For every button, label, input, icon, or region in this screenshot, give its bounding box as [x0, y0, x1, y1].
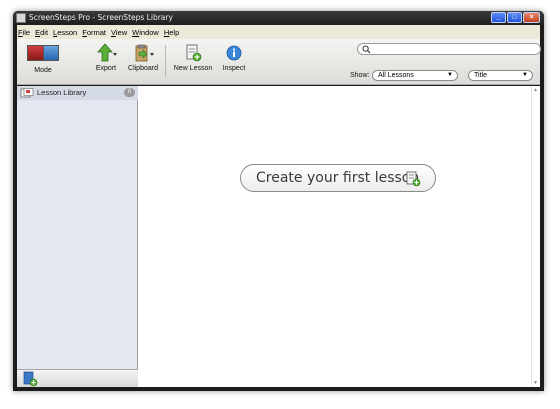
toolbar-divider: [165, 45, 166, 77]
new-lesson-label: New Lesson: [173, 65, 213, 72]
clipboard-button[interactable]: Clipboard: [127, 43, 159, 72]
maximize-button[interactable]: □: [507, 12, 522, 23]
clipboard-label: Clipboard: [128, 65, 158, 72]
mode-button[interactable]: Mode: [25, 43, 61, 74]
mode-toggle[interactable]: [27, 45, 59, 61]
window-frame-bottom: [17, 387, 540, 391]
toolbar: Mode Export Clipboard New Lesson Inspect…: [17, 39, 541, 85]
scroll-down-icon[interactable]: ▼: [533, 380, 538, 386]
add-library-icon: [23, 371, 38, 387]
menu-format[interactable]: Format: [82, 28, 106, 37]
menu-view[interactable]: View: [111, 28, 127, 37]
inspect-label: Inspect: [222, 65, 246, 72]
close-button[interactable]: ×: [523, 12, 540, 23]
new-lesson-icon: [183, 43, 203, 63]
show-filter-select[interactable]: All Lessons ▼: [372, 70, 458, 81]
edit-mode-icon[interactable]: [28, 46, 43, 60]
info-icon: [224, 43, 244, 63]
new-lesson-button[interactable]: New Lesson: [173, 43, 213, 72]
menu-window[interactable]: Window: [132, 28, 159, 37]
lesson-count-badge: 0: [124, 88, 135, 97]
new-lesson-icon: [405, 171, 421, 189]
create-first-lesson-button[interactable]: Create your first lesson: [240, 164, 436, 192]
menu-lesson[interactable]: Lesson: [53, 28, 77, 37]
title-bar[interactable]: ScreenSteps Pro - ScreenSteps Library _ …: [13, 11, 544, 25]
create-lesson-text: Create your first lesson: [256, 170, 420, 186]
lesson-content-area: Create your first lesson ▲ ▼: [138, 86, 540, 387]
show-label: Show:: [350, 72, 370, 79]
sidebar-footer: [17, 369, 138, 387]
dropdown-arrow-icon: ▼: [447, 72, 453, 78]
sidebar-item-label: Lesson Library: [37, 88, 87, 97]
minimize-button[interactable]: _: [491, 12, 506, 23]
export-button[interactable]: Export: [91, 43, 121, 72]
library-mode-icon[interactable]: [42, 46, 58, 60]
search-icon: [362, 45, 371, 54]
window-title: ScreenSteps Pro - ScreenSteps Library: [29, 13, 173, 22]
menu-edit[interactable]: Edit: [35, 28, 48, 37]
app-window: ScreenSteps Pro - ScreenSteps Library _ …: [13, 11, 544, 391]
app-icon: [16, 13, 26, 23]
sidebar-item-lesson-library[interactable]: Lesson Library 0: [17, 86, 138, 100]
menu-help[interactable]: Help: [164, 28, 179, 37]
sort-select[interactable]: Title ▼: [468, 70, 533, 81]
inspect-button[interactable]: Inspect: [219, 43, 249, 72]
window-controls: _ □ ×: [490, 12, 540, 24]
export-icon: [96, 43, 117, 63]
export-label: Export: [95, 65, 117, 72]
show-filter-value: All Lessons: [378, 72, 414, 79]
search-field[interactable]: [357, 43, 541, 55]
menu-file[interactable]: File: [18, 28, 30, 37]
vertical-scrollbar[interactable]: ▲ ▼: [531, 86, 540, 387]
library-icon: [20, 88, 34, 100]
mode-label: Mode: [34, 67, 52, 74]
scroll-up-icon[interactable]: ▲: [533, 87, 538, 93]
sort-value: Title: [474, 72, 487, 79]
search-input[interactable]: [372, 44, 532, 54]
sidebar: Lesson Library 0: [17, 86, 138, 387]
dropdown-arrow-icon: ▼: [522, 72, 528, 78]
menu-bar: File Edit Lesson Format View Window Help: [17, 25, 540, 39]
clipboard-icon: [133, 43, 154, 63]
